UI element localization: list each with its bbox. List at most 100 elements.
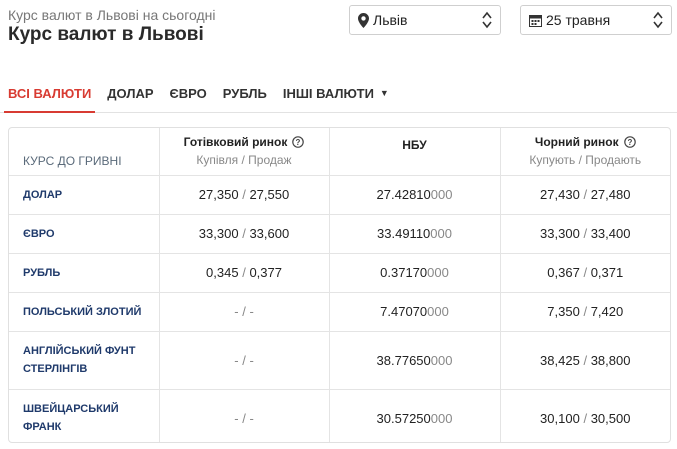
nbu-rate-cell: 38.77650000	[328, 331, 500, 390]
currency-link[interactable]: АНГЛІЙСЬКИЙ ФУНТ СТЕРЛІНГІВ	[9, 331, 159, 390]
nbu-value: 38.77650	[376, 352, 431, 368]
tab-other-currencies[interactable]: ІНШІ ВАЛЮТИ ▼	[275, 74, 397, 112]
nbu-value-tail: 000	[430, 226, 452, 241]
sell-value: 0,377	[249, 265, 282, 280]
tab-dollar[interactable]: ДОЛАР	[99, 74, 161, 112]
city-select[interactable]: Львів	[349, 5, 501, 35]
currency-link[interactable]: ПОЛЬСЬКИЙ ЗЛОТИЙ	[9, 292, 159, 332]
tab-label: ЄВРО	[169, 85, 207, 101]
city-select-value: Львів	[373, 12, 408, 28]
header-black-market: Чорний ринок ? Купують / Продають	[499, 128, 670, 176]
currency-tabs: ВСІ ВАЛЮТИ ДОЛАР ЄВРО РУБЛЬ ІНШІ ВАЛЮТИ ▼	[0, 74, 677, 113]
tab-euro[interactable]: ЄВРО	[162, 74, 215, 112]
table-header-row: КУРС ДО ГРИВНІ Готівковий ринок ? Купівл…	[9, 128, 670, 176]
column-subtitle: Купівля / Продаж	[196, 153, 292, 168]
header-cash-market: Готівковий ринок ? Купівля / Продаж	[158, 128, 329, 176]
page-title: Курс валют в Львові	[8, 24, 204, 45]
calendar-icon	[529, 14, 542, 27]
sell-value: -	[249, 352, 254, 368]
select-arrows-icon	[651, 11, 665, 29]
buy-value: 30,100	[540, 410, 580, 426]
sell-value: 33,600	[249, 226, 290, 241]
cash-rate-cell: - / -	[158, 331, 329, 390]
buy-value: -	[234, 304, 239, 319]
table-row: ПОЛЬСЬКИЙ ЗЛОТИЙ - / - 7.47070000 7,350 …	[9, 292, 670, 332]
buy-value: 0,367	[547, 265, 580, 280]
page-subtitle: Курс валют в Львові на сьогодні	[8, 7, 216, 23]
cash-rate-cell: 27,350 / 27,550	[158, 175, 329, 215]
buy-value: 38,425	[540, 352, 580, 368]
sell-value: 33,400	[590, 226, 631, 241]
currency-link[interactable]: ДОЛАР	[9, 175, 159, 215]
currency-link[interactable]: ЄВРО	[9, 214, 159, 254]
nbu-value-tail: 000	[427, 304, 449, 319]
nbu-value: 27.42810	[376, 187, 431, 202]
sell-value: 27,480	[590, 187, 631, 202]
nbu-rate-cell: 30.57250000	[328, 389, 500, 442]
caret-down-icon: ▼	[379, 88, 389, 98]
black-rate-cell: 27,430 / 27,480	[499, 175, 670, 215]
sell-value: 30,500	[590, 410, 631, 426]
info-circle-icon[interactable]: ?	[292, 136, 305, 149]
nbu-value-tail: 000	[430, 410, 453, 426]
nbu-value: 7.47070	[380, 304, 428, 319]
nbu-value-tail: 000	[430, 187, 453, 202]
nbu-value: 0.37170	[380, 265, 428, 280]
buy-value: -	[234, 410, 239, 426]
table-row: РУБЛЬ 0,345 / 0,377 0.37170000 0,367 / 0…	[9, 253, 670, 293]
table-row: ДОЛАР 27,350 / 27,550 27.42810000 27,430…	[9, 175, 670, 215]
nbu-rate-cell: 33.49110000	[328, 214, 500, 254]
currency-link[interactable]: РУБЛЬ	[9, 253, 159, 293]
nbu-rate-cell: 0.37170000	[328, 253, 500, 293]
sell-value: 0,371	[590, 265, 624, 280]
table-row: ЄВРО 33,300 / 33,600 33.49110000 33,300 …	[9, 214, 670, 254]
svg-text:?: ?	[296, 138, 301, 147]
buy-value: 33,300	[198, 226, 239, 241]
sell-value: -	[249, 304, 254, 319]
nbu-value: 33.49110	[377, 226, 431, 241]
tab-ruble[interactable]: РУБЛЬ	[215, 74, 275, 112]
table-row: ШВЕЙЦАРСЬКИЙ ФРАНК - / - 30.57250000 30,…	[9, 389, 670, 442]
nbu-value-tail: 000	[427, 265, 449, 280]
cash-rate-cell: 33,300 / 33,600	[158, 214, 329, 254]
sell-value: 38,800	[590, 352, 631, 368]
black-rate-cell: 7,350 / 7,420	[499, 292, 670, 332]
currency-link[interactable]: ШВЕЙЦАРСЬКИЙ ФРАНК	[9, 389, 159, 442]
tab-label: РУБЛЬ	[222, 85, 267, 101]
map-pin-icon	[358, 12, 369, 28]
nbu-rate-cell: 27.42810000	[328, 175, 500, 215]
buy-value: 27,350	[198, 187, 239, 202]
tab-label: ДОЛАР	[107, 85, 154, 101]
buy-value: 33,300	[540, 226, 580, 241]
info-circle-icon[interactable]: ?	[623, 136, 636, 149]
svg-text:?: ?	[627, 138, 632, 147]
black-rate-cell: 30,100 / 30,500	[499, 389, 670, 442]
column-title: НБУ	[402, 138, 427, 152]
sell-value: 7,420	[590, 304, 624, 319]
date-select[interactable]: 25 травня	[520, 5, 672, 35]
corner-label: КУРС ДО ГРИВНІ	[9, 128, 159, 176]
nbu-rate-cell: 7.47070000	[328, 292, 500, 332]
header-nbu: НБУ	[328, 128, 500, 176]
sell-value: -	[249, 410, 254, 426]
black-rate-cell: 33,300 / 33,400	[499, 214, 670, 254]
cash-rate-cell: - / -	[158, 292, 329, 332]
cash-rate-cell: - / -	[158, 389, 329, 442]
tab-all-currencies[interactable]: ВСІ ВАЛЮТИ	[0, 74, 99, 113]
select-arrows-icon	[480, 11, 494, 29]
column-title: Чорний ринок	[534, 135, 619, 150]
date-select-value: 25 травня	[546, 12, 611, 28]
black-rate-cell: 38,425 / 38,800	[499, 331, 670, 390]
cash-rate-cell: 0,345 / 0,377	[158, 253, 329, 293]
rates-table: КУРС ДО ГРИВНІ Готівковий ринок ? Купівл…	[9, 128, 670, 442]
nbu-value: 30.57250	[376, 410, 431, 426]
tab-label: ВСІ ВАЛЮТИ	[8, 85, 92, 101]
rates-table-card: КУРС ДО ГРИВНІ Готівковий ринок ? Купівл…	[8, 127, 671, 443]
black-rate-cell: 0,367 / 0,371	[499, 253, 670, 293]
table-row: АНГЛІЙСЬКИЙ ФУНТ СТЕРЛІНГІВ - / - 38.776…	[9, 331, 670, 390]
nbu-value-tail: 000	[430, 352, 453, 368]
buy-value: 7,350	[547, 304, 580, 319]
buy-value: 0,345	[206, 265, 239, 280]
column-title: Готівковий ринок	[183, 135, 288, 150]
page-header: Курс валют в Львові на сьогодні Курс вал…	[8, 6, 216, 46]
